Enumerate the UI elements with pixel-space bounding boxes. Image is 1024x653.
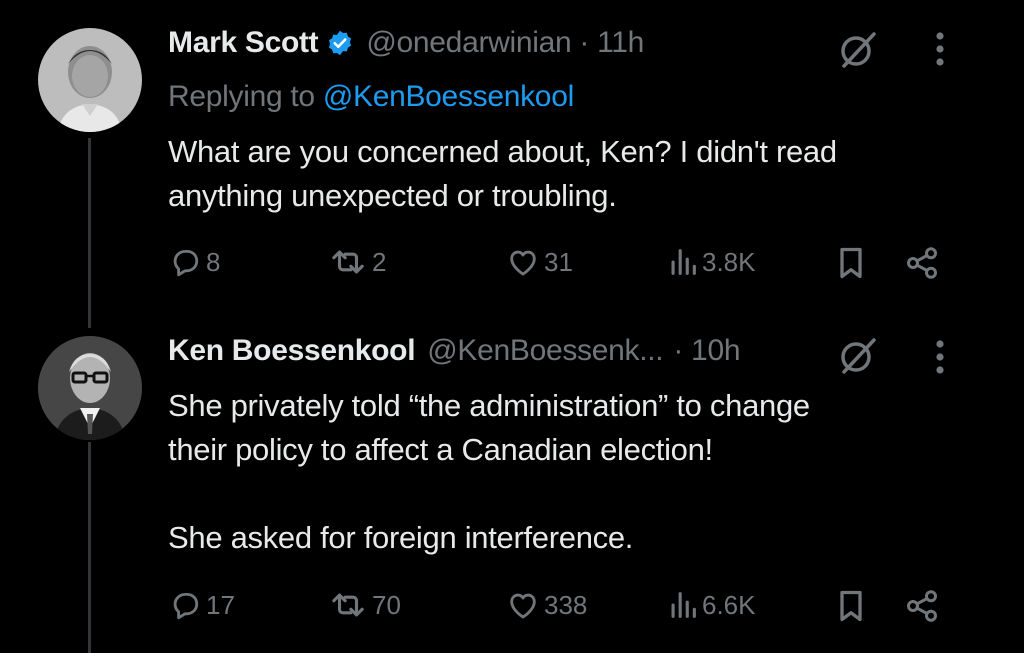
tweet-mark-scott[interactable]: Mark Scott @onedarwinian · 11h Replying …	[0, 0, 1024, 320]
author-handle[interactable]: @onedarwinian	[366, 26, 571, 60]
share-icon	[907, 247, 937, 279]
like-button[interactable]: 338	[506, 588, 587, 622]
timestamp[interactable]: · 10h	[673, 334, 740, 368]
retweet-icon	[332, 593, 364, 617]
retweet-count: 2	[372, 246, 387, 277]
retweet-icon	[332, 250, 364, 274]
tweet-text-line: She asked for foreign interference.	[168, 520, 634, 555]
avatar-mark-scott[interactable]	[38, 28, 142, 132]
reply-icon	[173, 592, 199, 620]
tweet-text-line: She privately told “the administration” …	[168, 388, 810, 423]
bookmark-button[interactable]	[836, 588, 866, 624]
reply-count: 8	[206, 246, 221, 277]
views-icon	[671, 249, 696, 275]
action-bar: 17 70 338 6.6K	[168, 588, 948, 628]
like-icon	[510, 593, 536, 619]
author-name[interactable]: Mark Scott	[168, 26, 319, 60]
action-bar: 8 2 31 3.8K	[168, 245, 948, 285]
reply-button[interactable]: 8	[168, 245, 220, 279]
grok-icon[interactable]	[836, 334, 880, 383]
replying-to-handle-link[interactable]: @KenBoessenkool	[323, 80, 574, 113]
like-count: 31	[544, 246, 573, 277]
like-count: 338	[544, 589, 588, 620]
more-options-icon[interactable]	[934, 30, 946, 75]
share-button[interactable]	[904, 245, 940, 281]
bookmark-icon	[840, 247, 862, 279]
views-count: 3.8K	[702, 246, 756, 277]
replying-to-label: Replying to	[168, 80, 323, 113]
retweet-button[interactable]: 70	[328, 588, 401, 622]
views-icon	[671, 592, 696, 618]
tweet-header: Mark Scott @onedarwinian · 11h	[168, 26, 644, 60]
like-button[interactable]: 31	[506, 245, 573, 279]
avatar-ken-boessenkool[interactable]	[38, 336, 142, 440]
views-button[interactable]: 6.6K	[668, 588, 756, 622]
tweet-text: She privately told “the administration” …	[168, 384, 968, 560]
share-icon	[907, 590, 937, 622]
views-button[interactable]: 3.8K	[668, 245, 756, 279]
grok-icon[interactable]	[836, 28, 880, 77]
views-count: 6.6K	[702, 589, 756, 620]
more-options-icon[interactable]	[934, 338, 946, 383]
timestamp[interactable]: · 11h	[579, 26, 644, 60]
reply-button[interactable]: 17	[168, 588, 235, 622]
reply-icon	[173, 249, 199, 277]
reply-count: 17	[206, 589, 235, 620]
author-handle[interactable]: @KenBoessenk...	[427, 334, 663, 368]
bookmark-icon	[840, 590, 862, 622]
tweet-text-line: What are you concerned about, Ken? I did…	[168, 134, 837, 169]
tweet-text-line: anything unexpected or troubling.	[168, 178, 617, 213]
tweet-header: Ken Boessenkool @KenBoessenk... · 10h	[168, 334, 741, 368]
tweet-text-line: their policy to affect a Canadian electi…	[168, 432, 713, 467]
share-button[interactable]	[904, 588, 940, 624]
retweet-button[interactable]: 2	[328, 245, 386, 279]
tweet-text: What are you concerned about, Ken? I did…	[168, 130, 968, 218]
verified-badge-icon	[326, 29, 354, 57]
tweet-ken-boessenkool[interactable]: Ken Boessenkool @KenBoessenk... · 10h Sh…	[0, 320, 1024, 653]
bookmark-button[interactable]	[836, 245, 866, 281]
like-icon	[510, 250, 536, 276]
author-name[interactable]: Ken Boessenkool	[168, 334, 416, 368]
retweet-count: 70	[372, 589, 401, 620]
replying-to: Replying to @KenBoessenkool	[168, 80, 574, 114]
